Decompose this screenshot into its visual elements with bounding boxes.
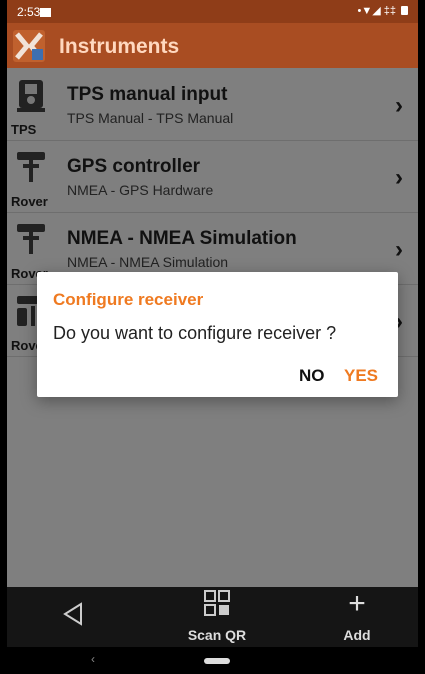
app-screen: 2:53 •▼◢ ‡‡ Instruments TPS TPS manual i… bbox=[7, 0, 418, 674]
back-triangle-icon[interactable] bbox=[62, 602, 84, 626]
no-button[interactable]: NO bbox=[299, 366, 325, 386]
plus-icon: + bbox=[348, 587, 366, 620]
scan-qr-button[interactable]: Scan QR bbox=[182, 587, 252, 647]
add-button[interactable]: + Add bbox=[327, 587, 387, 647]
dialog-message: Do you want to configure receiver ? bbox=[53, 323, 337, 343]
qr-code-icon bbox=[204, 590, 230, 616]
add-label: Add bbox=[343, 627, 371, 643]
yes-button[interactable]: YES bbox=[344, 366, 378, 386]
home-pill-icon[interactable] bbox=[204, 658, 230, 664]
nav-back-icon[interactable]: ‹ bbox=[91, 652, 95, 666]
bottom-toolbar: Scan QR + Add bbox=[7, 587, 418, 647]
system-nav-bar: ‹ bbox=[7, 647, 418, 674]
scan-qr-label: Scan QR bbox=[187, 627, 247, 643]
configure-receiver-dialog: Configure receiver Do you want to config… bbox=[37, 272, 398, 397]
dialog-title: Configure receiver bbox=[53, 290, 204, 309]
